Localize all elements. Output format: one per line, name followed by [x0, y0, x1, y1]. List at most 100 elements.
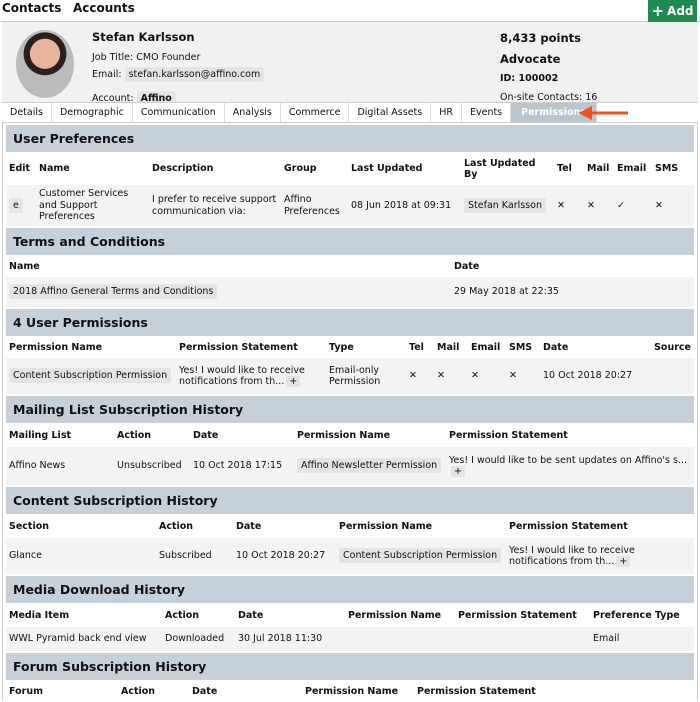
col-permission-name: Permission Name: [339, 520, 433, 532]
col-permission-name: Permission Name: [9, 341, 103, 353]
expand-button[interactable]: +: [451, 466, 465, 477]
col-media-item: Media Item: [9, 609, 70, 621]
permission-type: Email-only Permission: [326, 358, 406, 394]
tel-cross-icon: ✕: [406, 358, 434, 394]
col-action: Action: [159, 520, 194, 532]
table-row: e Customer Services and Support Preferen…: [6, 185, 694, 226]
col-permission-statement: Permission Statement: [449, 429, 568, 441]
content-subscription-table: Section Action Date Permission Name Permissi…: [6, 514, 694, 574]
section-mailing-list: Mailing List Subscription History: [6, 396, 694, 423]
col-type: Type: [329, 341, 354, 353]
tab-analysis[interactable]: Analysis: [225, 103, 281, 122]
col-permission-statement: Permission Statement: [417, 685, 536, 697]
media-date: 30 Jul 2018 11:30: [235, 627, 345, 651]
table-row: Affino News Unsubscribed 10 Oct 2018 17:…: [6, 447, 694, 485]
col-tel: Tel: [557, 163, 572, 174]
col-date: Date: [543, 341, 569, 353]
section-user-permissions: 4 User Permissions: [6, 309, 694, 336]
media-permission: [345, 627, 455, 651]
forum-table: Forum Action Date Permission Name Permission…: [6, 680, 694, 702]
email-value[interactable]: stefan.karlsson@affino.com: [124, 67, 265, 82]
col-name: Name: [39, 163, 70, 174]
tab-communication[interactable]: Communication: [133, 103, 225, 122]
permissions-table: Permission Name Permission Statement Type T…: [6, 336, 694, 394]
col-date: Date: [236, 520, 262, 532]
section-content-subscription: Content Subscription History: [6, 487, 694, 514]
content-action: Subscribed: [156, 538, 233, 574]
pref-updated-by[interactable]: Stefan Karlsson: [464, 197, 546, 213]
col-last-updated-by: Last Updated By: [464, 157, 536, 180]
media-item: WWL Pyramid back end view: [6, 627, 162, 651]
col-mail: Mail: [587, 163, 610, 174]
table-row: 2018 Affino General Terms and Conditions…: [6, 277, 694, 307]
edit-button[interactable]: e: [9, 197, 23, 213]
tab-hr[interactable]: HR: [431, 103, 462, 122]
mailing-permission[interactable]: Affino Newsletter Permission: [297, 458, 442, 474]
col-email: Email: [471, 341, 501, 353]
pref-name: Customer Services and Support Preference…: [36, 185, 149, 226]
email: Email: stefan.karlsson@affino.com: [92, 67, 265, 82]
col-action: Action: [117, 429, 152, 441]
points: 8,433 points: [500, 31, 581, 45]
col-date: Date: [193, 429, 219, 441]
job-label: Job Title:: [92, 52, 134, 63]
user-preferences-table: Edit Name Description Group Last Updated Last…: [6, 152, 694, 226]
mailing-list: Affino News: [6, 447, 114, 485]
tab-commerce[interactable]: Commerce: [281, 103, 350, 122]
mailing-action: Unsubscribed: [114, 447, 190, 485]
col-action: Action: [121, 685, 156, 697]
tab-events[interactable]: Events: [462, 103, 512, 122]
col-permission-statement: Permission Statement: [458, 609, 577, 621]
content-permission[interactable]: Content Subscription Permission: [339, 548, 502, 564]
level: Advocate: [500, 52, 561, 66]
section-terms: Terms and Conditions: [6, 228, 694, 255]
permission-source: [640, 358, 694, 394]
mailing-table: Mailing List Action Date Permission Name Per…: [6, 423, 694, 485]
table-row: Content Subscription Permission Yes! I w…: [6, 358, 694, 394]
email-check-icon: ✓: [614, 185, 652, 226]
permissions-content: User Preferences Edit Name Description Grou…: [2, 123, 698, 700]
expand-button[interactable]: +: [286, 376, 301, 387]
mailing-statement: Yes! I would like to be sent updates on …: [449, 454, 687, 466]
media-statement: [455, 627, 590, 651]
col-date: Date: [454, 260, 480, 272]
col-forum: Forum: [9, 685, 43, 697]
col-date: Date: [238, 609, 264, 621]
arrow-icon: [578, 106, 628, 120]
col-permission-name: Permission Name: [348, 609, 442, 621]
col-description: Description: [152, 163, 214, 174]
media-action: Downloaded: [162, 627, 235, 651]
terms-table: Name Date 2018 Affino General Terms and C…: [6, 255, 694, 307]
top-nav: Contacts Accounts + Add: [0, 0, 700, 22]
job-value: CMO Founder: [136, 52, 201, 63]
pref-description: I prefer to receive support communicatio…: [149, 185, 281, 226]
pref-updated: 08 Jun 2018 at 09:31: [348, 185, 461, 226]
col-group: Group: [284, 163, 317, 174]
contact-id: ID: 100002: [500, 73, 559, 84]
section-forum-subscription: Forum Subscription History: [6, 653, 694, 680]
tab-details[interactable]: Details: [2, 103, 52, 122]
profile-header: Stefan Karlsson Job Title: CMO Founder E…: [2, 22, 698, 102]
tab-demographic[interactable]: Demographic: [52, 103, 133, 122]
tel-cross-icon: ✕: [554, 185, 584, 226]
nav-contacts[interactable]: Contacts: [2, 1, 61, 15]
add-button[interactable]: + Add: [648, 0, 697, 22]
col-tel: Tel: [409, 341, 424, 353]
terms-name[interactable]: 2018 Affino General Terms and Conditions: [9, 284, 218, 300]
table-row: Glance Subscribed 10 Oct 2018 20:27 Cont…: [6, 538, 694, 574]
contact-name: Stefan Karlsson: [92, 30, 195, 44]
expand-button[interactable]: +: [616, 556, 631, 567]
col-section: Section: [9, 520, 50, 532]
col-last-updated: Last Updated: [351, 163, 423, 174]
account-value[interactable]: Affino: [136, 91, 176, 102]
col-permission-statement: Permission Statement: [509, 520, 628, 532]
email-label: Email:: [92, 69, 122, 80]
col-edit: Edit: [9, 163, 31, 174]
tab-digital-assets[interactable]: Digital Assets: [349, 103, 432, 122]
mail-cross-icon: ✕: [434, 358, 468, 394]
add-label: Add: [667, 4, 694, 18]
col-mail: Mail: [437, 341, 460, 353]
permission-name[interactable]: Content Subscription Permission: [9, 368, 172, 384]
terms-date: 29 May 2018 at 22:35: [451, 277, 694, 307]
nav-accounts[interactable]: Accounts: [73, 1, 135, 15]
